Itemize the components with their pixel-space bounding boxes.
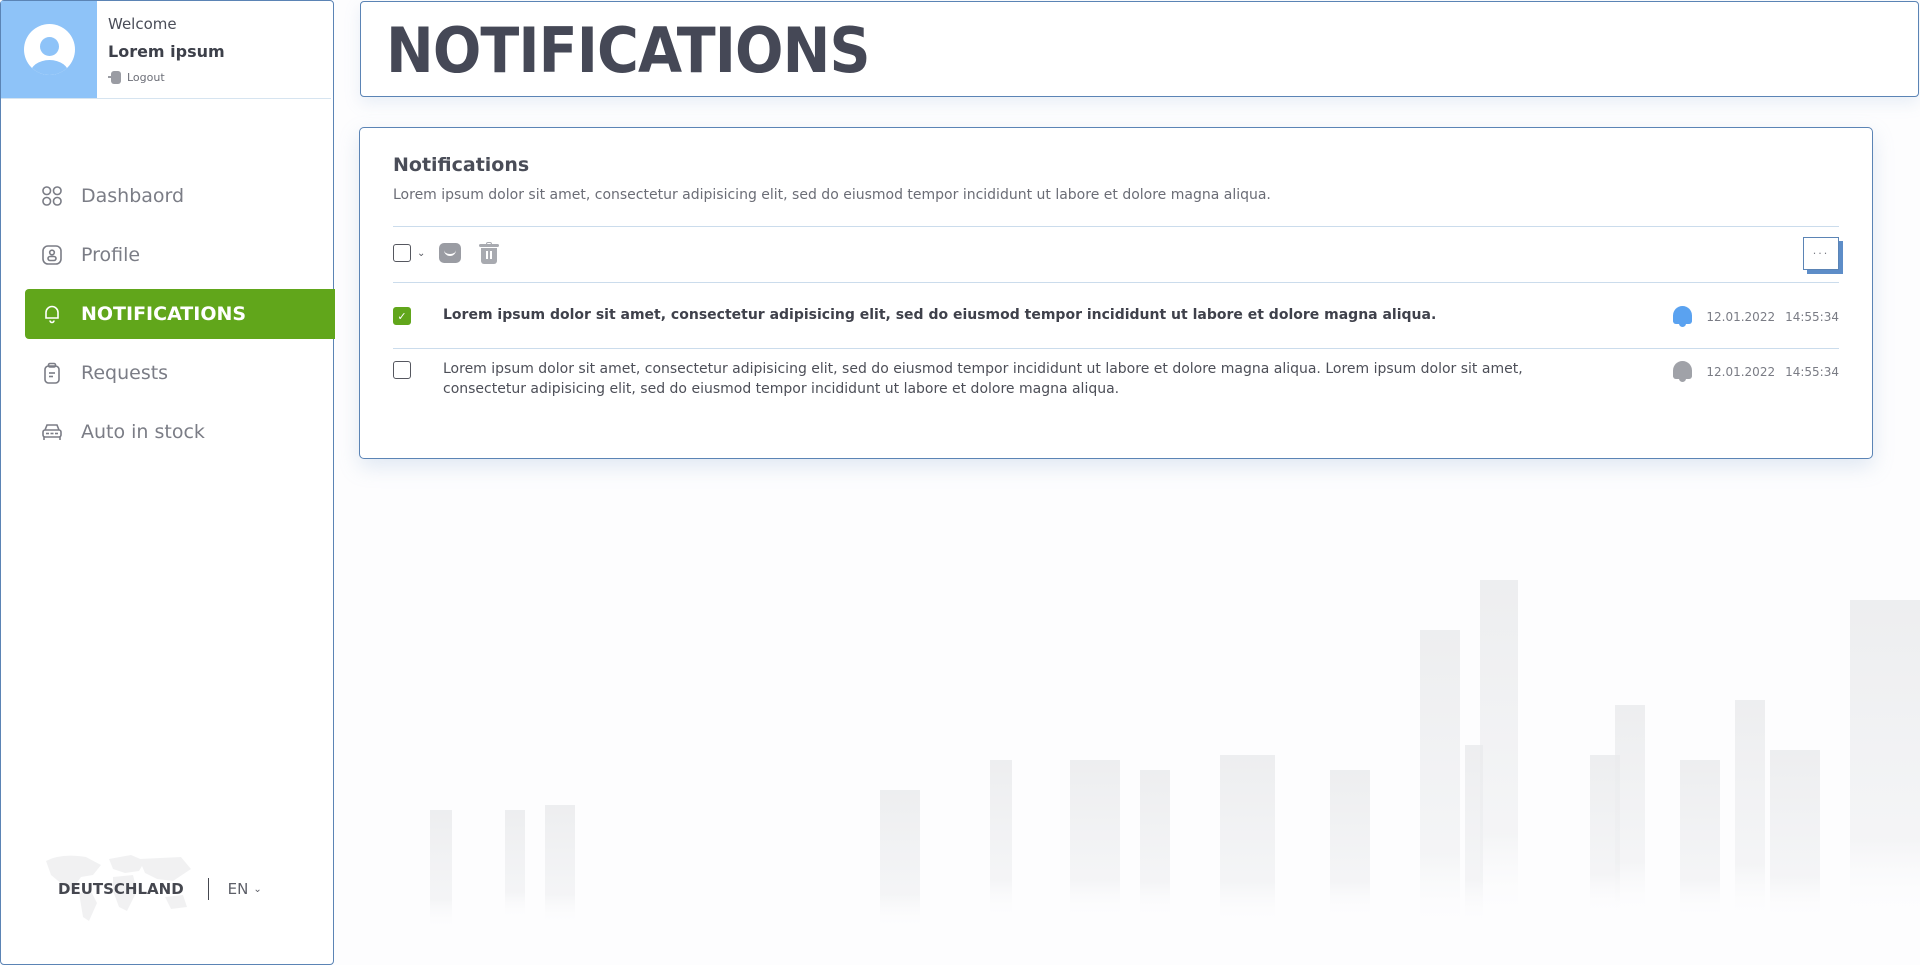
notification-row[interactable]: ✓ Lorem ipsum dolor sit amet, consectetu… xyxy=(393,305,1839,327)
divider xyxy=(393,348,1839,349)
notification-row[interactable]: Lorem ipsum dolor sit amet, consectetur … xyxy=(393,359,1839,399)
city-skyline-background xyxy=(340,470,1920,965)
profile-badge-icon xyxy=(41,244,63,266)
avatar[interactable] xyxy=(1,1,97,98)
checkmark-icon: ✓ xyxy=(397,309,407,323)
more-options-button[interactable]: ··· xyxy=(1803,237,1839,270)
locale-selector: DEUTSCHLAND EN ⌄ xyxy=(58,878,262,900)
logout-label: Logout xyxy=(127,71,165,84)
divider xyxy=(207,878,209,900)
logout-icon xyxy=(108,71,121,84)
divider xyxy=(393,226,1839,227)
bell-icon xyxy=(41,303,63,325)
select-all-checkbox[interactable] xyxy=(393,244,411,262)
notification-meta: 12.01.2022 14:55:34 xyxy=(1673,306,1839,327)
user-panel: Welcome Lorem ipsum Logout xyxy=(1,1,331,99)
select-options-chevron-down-icon[interactable]: ⌄ xyxy=(417,248,425,259)
sidebar-item-profile[interactable]: Profile xyxy=(25,230,335,280)
sidebar-item-label: Profile xyxy=(81,244,141,266)
notification-time: 14:55:34 xyxy=(1785,309,1839,324)
logout-button[interactable]: Logout xyxy=(108,71,225,84)
notifications-card: Notifications Lorem ipsum dolor sit amet… xyxy=(359,127,1873,459)
user-name: Lorem ipsum xyxy=(108,42,225,61)
clipboard-icon xyxy=(41,362,63,384)
page-header: NOTIFICATIONS xyxy=(360,1,1919,97)
language-dropdown[interactable]: EN ⌄ xyxy=(228,880,262,898)
delete-trash-icon[interactable] xyxy=(479,242,500,264)
notification-date: 12.01.2022 xyxy=(1706,364,1776,379)
sidebar-item-label: Requests xyxy=(81,362,169,384)
notification-text: Lorem ipsum dolor sit amet, consectetur … xyxy=(443,307,1437,323)
welcome-label: Welcome xyxy=(108,15,177,33)
mark-read-mail-icon[interactable] xyxy=(439,243,462,263)
card-title: Notifications xyxy=(393,154,530,176)
notification-text: Lorem ipsum dolor sit amet, consectetur … xyxy=(443,361,1523,397)
sidebar-item-label: Auto in stock xyxy=(81,421,205,443)
sidebar-item-notifications[interactable]: NOTIFICATIONS xyxy=(25,289,335,339)
car-icon xyxy=(41,421,63,443)
unread-bell-icon xyxy=(1673,306,1693,327)
divider xyxy=(393,282,1839,283)
notification-meta: 12.01.2022 14:55:34 xyxy=(1673,361,1839,382)
language-value: EN xyxy=(227,880,249,898)
chevron-down-icon: ⌄ xyxy=(253,883,262,895)
sidebar: Welcome Lorem ipsum Logout Dashbaord Pro… xyxy=(0,0,335,965)
notification-checkbox[interactable] xyxy=(393,361,411,379)
page-title: NOTIFICATIONS xyxy=(386,14,871,87)
sidebar-item-label: NOTIFICATIONS xyxy=(81,303,247,325)
grid-icon xyxy=(41,185,63,207)
sidebar-item-requests[interactable]: Requests xyxy=(25,348,335,398)
sidebar-item-auto-in-stock[interactable]: Auto in stock xyxy=(25,407,335,457)
sidebar-item-dashboard[interactable]: Dashbaord xyxy=(25,171,335,221)
notification-time: 14:55:34 xyxy=(1785,364,1839,379)
notifications-toolbar: ⌄ xyxy=(393,242,500,264)
card-description: Lorem ipsum dolor sit amet, consectetur … xyxy=(393,187,1271,203)
country-label: DEUTSCHLAND xyxy=(58,880,184,898)
read-bell-icon xyxy=(1673,361,1693,382)
sidebar-nav: Dashbaord Profile NOTIFICATIONS Requests… xyxy=(25,171,335,466)
sidebar-item-label: Dashbaord xyxy=(81,185,185,207)
notification-checkbox[interactable]: ✓ xyxy=(393,307,411,325)
user-avatar-icon xyxy=(23,24,75,75)
notification-date: 12.01.2022 xyxy=(1706,309,1776,324)
